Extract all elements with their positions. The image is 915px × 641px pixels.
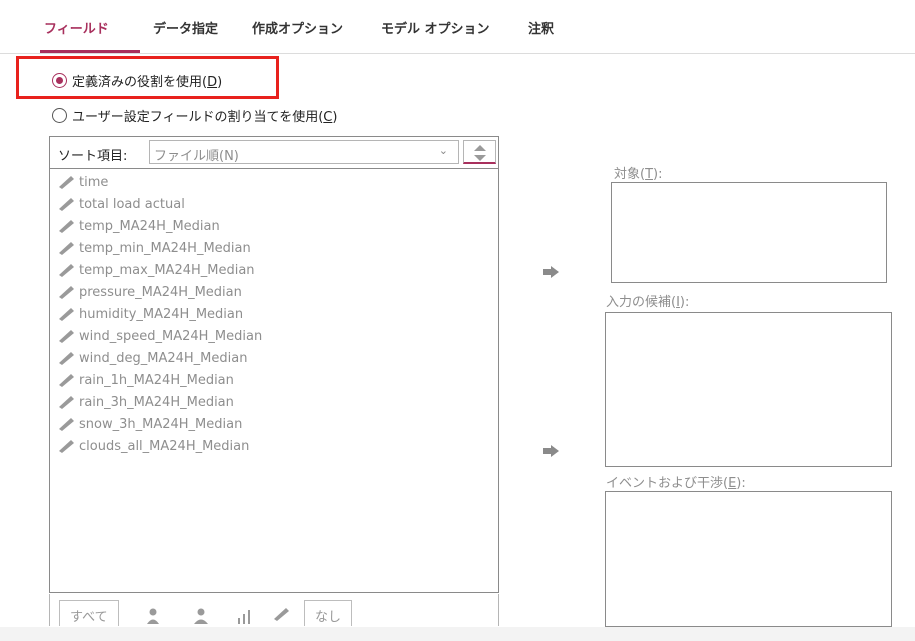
ruler-icon	[59, 220, 74, 233]
radio-use-predefined-roles[interactable]: 定義済みの役割を使用(D)	[52, 71, 222, 90]
chevron-down-icon: ⌄	[438, 144, 448, 157]
field-name: total load actual	[79, 196, 185, 212]
field-name: pressure_MA24H_Median	[79, 284, 242, 300]
person-icon[interactable]	[146, 607, 160, 625]
field-name: rain_1h_MA24H_Median	[79, 372, 234, 388]
list-item[interactable]: wind_deg_MA24H_Median	[57, 347, 247, 369]
active-tab-indicator	[40, 50, 140, 53]
list-item[interactable]: pressure_MA24H_Median	[57, 281, 242, 303]
field-name: wind_speed_MA24H_Median	[79, 328, 263, 344]
field-name: temp_MA24H_Median	[79, 218, 220, 234]
list-item[interactable]: humidity_MA24H_Median	[57, 303, 243, 325]
ruler-icon	[59, 330, 74, 343]
sort-order-dropdown[interactable]: ファイル順(N) ⌄	[149, 140, 459, 164]
list-item[interactable]: total load actual	[57, 193, 185, 215]
tab-model-options[interactable]: モデル オプション	[381, 18, 490, 37]
list-item[interactable]: temp_min_MA24H_Median	[57, 237, 251, 259]
field-name: snow_3h_MA24H_Median	[79, 416, 243, 432]
select-none-button[interactable]: なし	[304, 600, 353, 626]
field-name: wind_deg_MA24H_Median	[79, 350, 248, 366]
sort-arrows-icon	[474, 145, 486, 161]
field-name: time	[79, 174, 109, 190]
inputs-label: 入力の候補(I):	[606, 295, 690, 310]
field-filter-toolbar: すべて なし	[49, 594, 499, 626]
footer-strip	[0, 627, 915, 641]
ruler-icon	[59, 418, 74, 431]
ruler-icon[interactable]	[272, 607, 290, 621]
tab-build-options[interactable]: 作成オプション	[252, 18, 343, 37]
ruler-icon	[59, 286, 74, 299]
events-field-box[interactable]	[605, 491, 892, 627]
events-label: イベントおよび干渉(E):	[606, 476, 746, 491]
inputs-field-box[interactable]	[605, 312, 892, 467]
ruler-icon	[59, 308, 74, 321]
target-label: 対象(T):	[614, 167, 663, 182]
field-name: rain_3h_MA24H_Median	[79, 394, 234, 410]
tab-fields[interactable]: フィールド	[44, 18, 109, 37]
ruler-icon	[59, 264, 74, 277]
field-name: clouds_all_MA24H_Median	[79, 438, 250, 454]
tab-data-specification[interactable]: データ指定	[153, 18, 218, 37]
list-item[interactable]: wind_speed_MA24H_Median	[57, 325, 262, 347]
target-field-box[interactable]	[611, 182, 887, 283]
list-item[interactable]: snow_3h_MA24H_Median	[57, 413, 242, 435]
list-item[interactable]: temp_MA24H_Median	[57, 215, 220, 237]
people-icon[interactable]	[193, 607, 209, 625]
sort-direction-button[interactable]	[463, 140, 496, 164]
radio-button-checked[interactable]	[52, 73, 67, 88]
ruler-icon	[59, 440, 74, 453]
list-item[interactable]: clouds_all_MA24H_Median	[57, 435, 249, 457]
sort-label: ソート項目:	[58, 149, 128, 164]
bar-chart-icon[interactable]	[237, 607, 251, 625]
field-name: temp_min_MA24H_Median	[79, 240, 251, 256]
list-item[interactable]: temp_max_MA24H_Median	[57, 259, 255, 281]
radio-label-predefined: 定義済みの役割を使用(D)	[72, 75, 223, 90]
field-name: humidity_MA24H_Median	[79, 306, 244, 322]
ruler-icon	[59, 176, 74, 189]
tab-annotations[interactable]: 注釈	[528, 18, 554, 37]
move-to-target-arrow-icon[interactable]	[541, 265, 561, 279]
select-all-button[interactable]: すべて	[59, 600, 119, 626]
list-item[interactable]: time	[57, 171, 108, 193]
ruler-icon	[59, 374, 74, 387]
list-item[interactable]: rain_1h_MA24H_Median	[57, 369, 234, 391]
sort-bar: ソート項目: ファイル順(N) ⌄	[50, 137, 498, 169]
radio-label-custom: ユーザー設定フィールドの割り当てを使用(C)	[72, 110, 338, 125]
radio-use-custom-field-assignments[interactable]: ユーザー設定フィールドの割り当てを使用(C)	[52, 106, 337, 125]
field-list-panel: ソート項目: ファイル順(N) ⌄ time total load actual…	[49, 136, 499, 593]
field-name: temp_max_MA24H_Median	[79, 262, 255, 278]
ruler-icon	[59, 352, 74, 365]
radio-button-unchecked[interactable]	[52, 108, 67, 123]
ruler-icon	[59, 198, 74, 211]
tab-bar: フィールド データ指定 作成オプション モデル オプション 注釈	[0, 0, 915, 54]
move-to-inputs-arrow-icon[interactable]	[541, 444, 561, 458]
sort-selected-value: ファイル順(N)	[154, 149, 239, 164]
list-item[interactable]: rain_3h_MA24H_Median	[57, 391, 234, 413]
ruler-icon	[59, 396, 74, 409]
ruler-icon	[59, 242, 74, 255]
